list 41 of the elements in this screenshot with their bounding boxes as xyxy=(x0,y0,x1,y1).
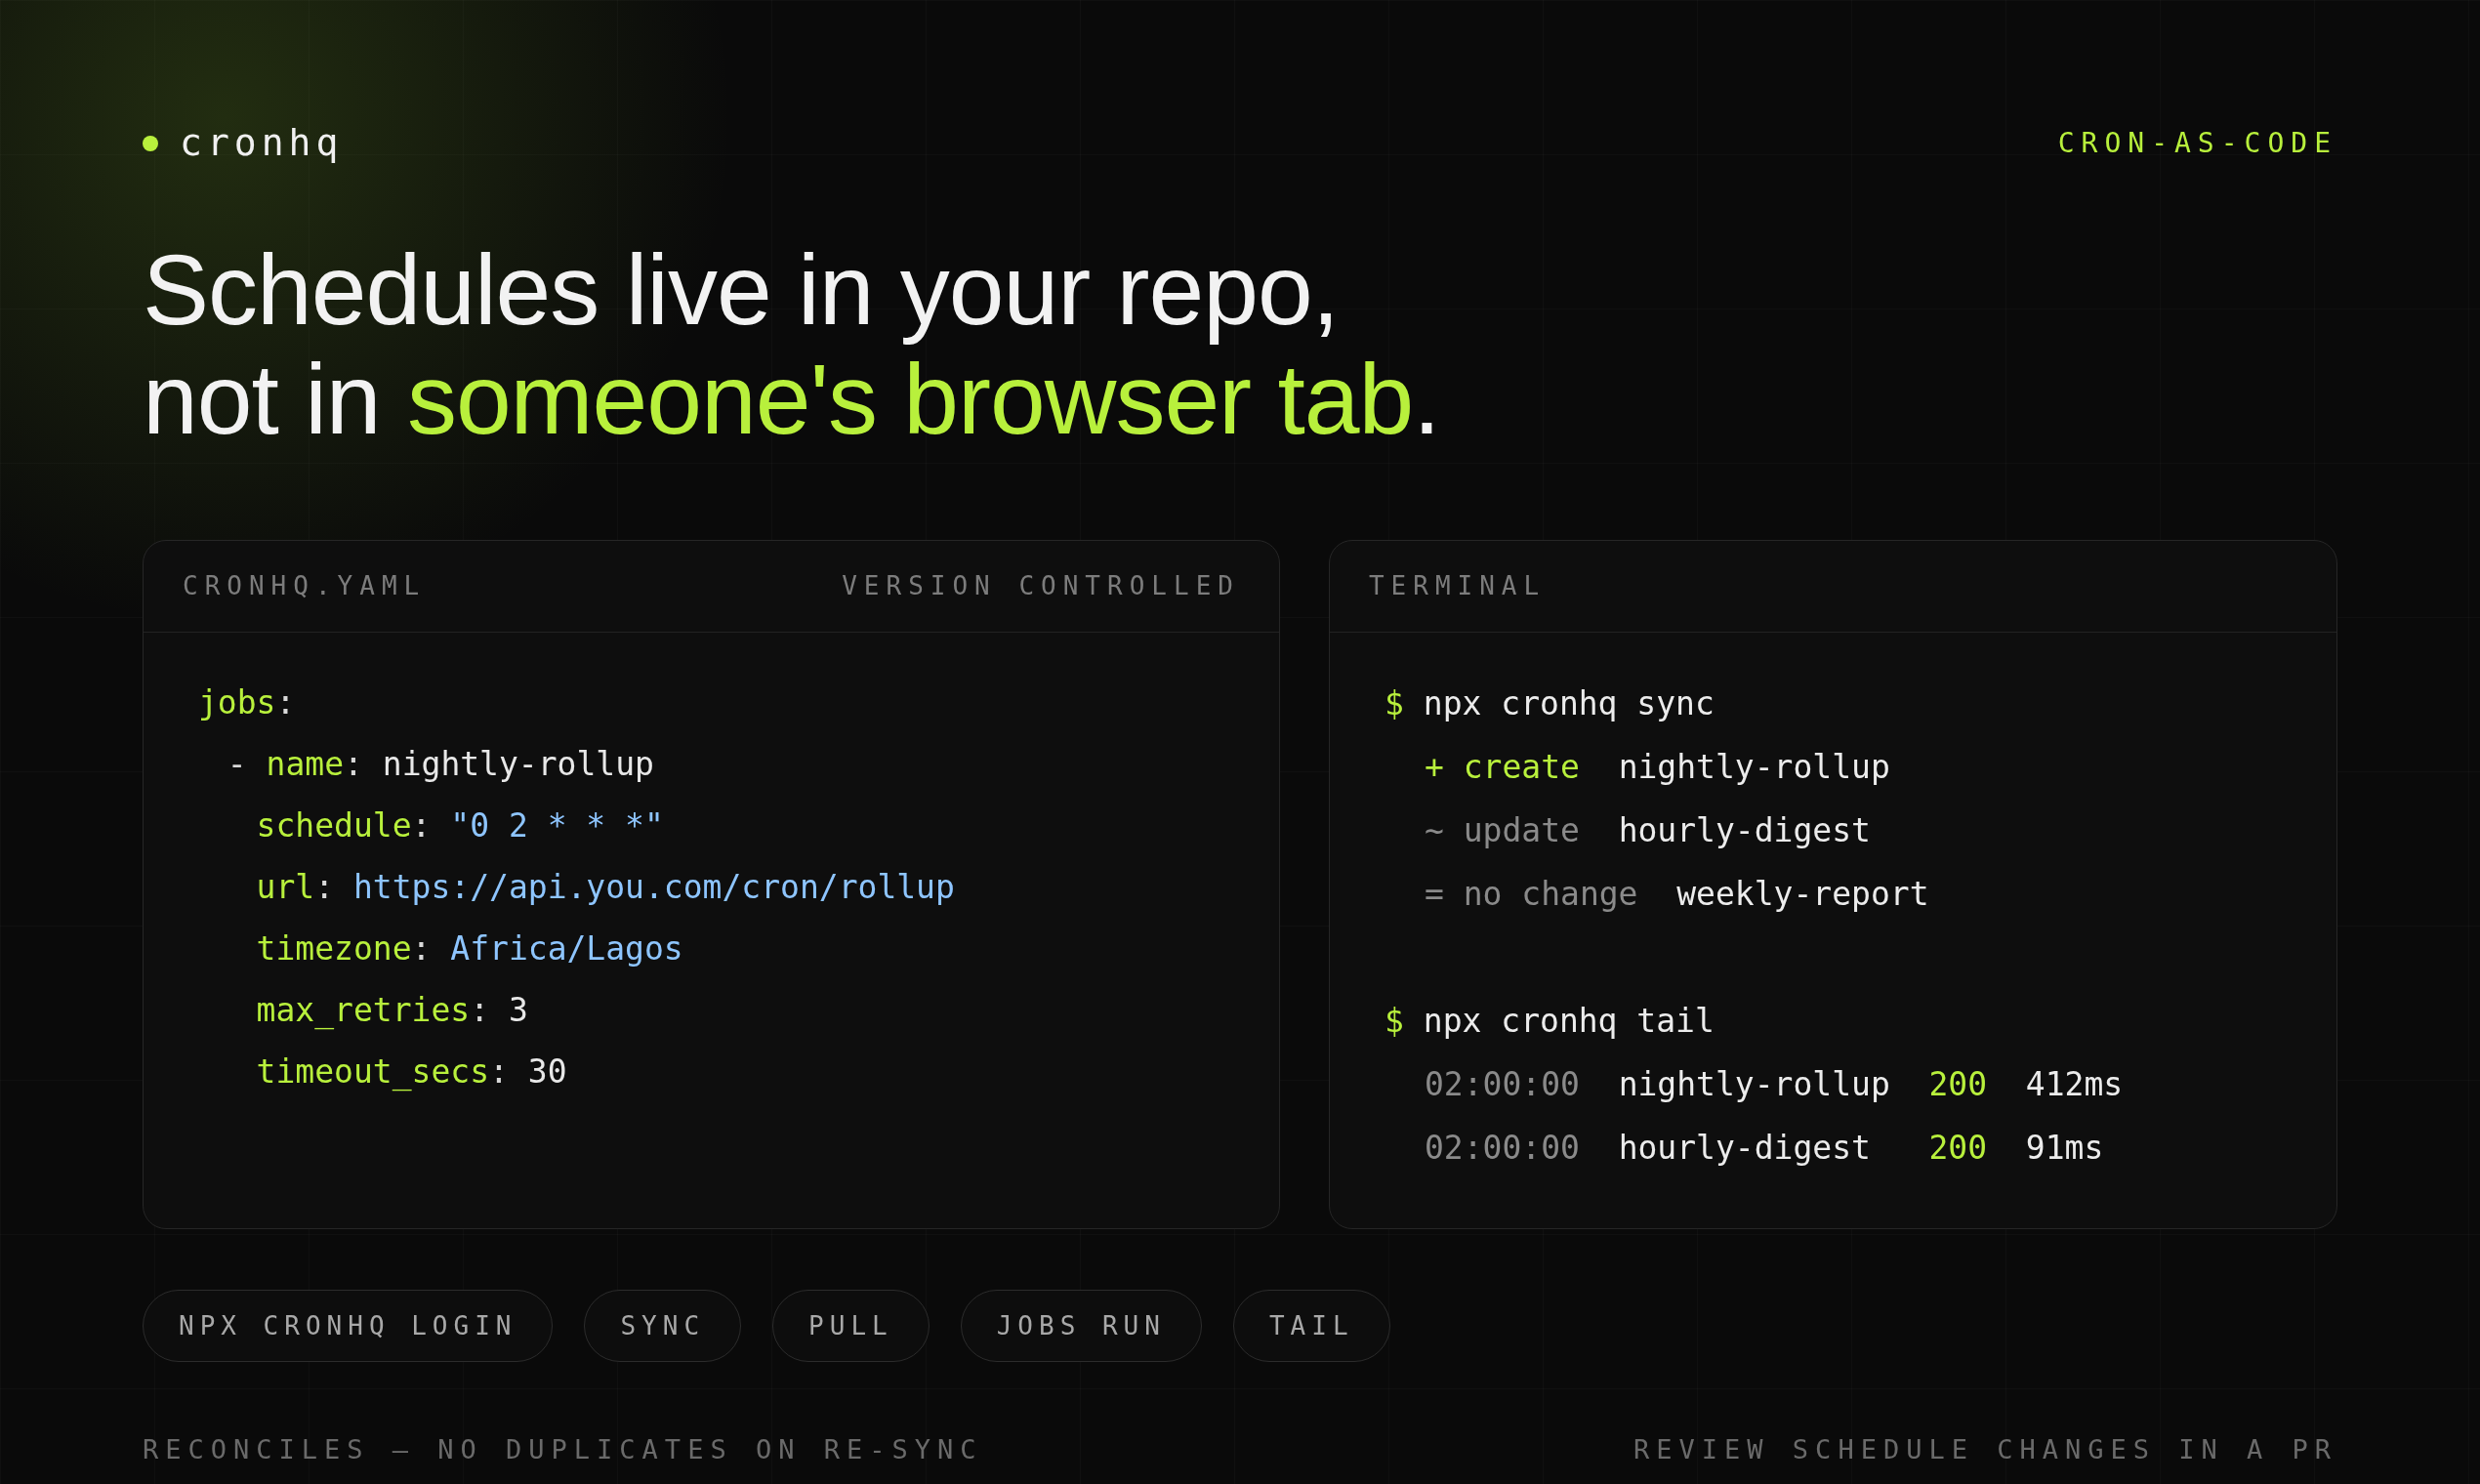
job-name: hourly-digest xyxy=(1618,810,1871,851)
change-action: no change xyxy=(1463,874,1638,915)
duration: 91ms xyxy=(2025,1128,2104,1169)
job-name: nightly-rollup xyxy=(1618,747,1890,788)
command-chip[interactable]: NPX CRONHQ LOGIN xyxy=(143,1290,554,1362)
status-code: 200 xyxy=(1928,1064,1988,1105)
change-symbol: ~ xyxy=(1424,810,1444,851)
file-name: CRONHQ.YAML xyxy=(183,570,427,602)
terminal-title: TERMINAL xyxy=(1368,570,1547,602)
code-line: timezone: Africa/Lagos xyxy=(255,928,684,969)
code-line: - name: nightly-rollup xyxy=(226,744,655,785)
duration: 412ms xyxy=(2025,1064,2124,1105)
footer-note: REVIEW SCHEDULE CHANGES IN A PR xyxy=(1633,1433,2337,1466)
prompt-symbol: $ xyxy=(1384,1001,1404,1042)
code-line: max_retries: 3 xyxy=(255,990,529,1032)
log-time: 02:00:00 xyxy=(1424,1064,1580,1105)
footer-note: RECONCILES — NO DUPLICATES ON RE-SYNC xyxy=(143,1433,983,1466)
command-text: npx cronhq sync xyxy=(1423,683,1715,724)
headline: Schedules live in your repo, not in someone's browser tab. xyxy=(143,235,1441,454)
code-line: jobs: xyxy=(198,682,297,723)
brand-name: cronhq xyxy=(180,120,344,166)
job-name: weekly-report xyxy=(1676,874,1929,915)
command-chip[interactable]: PULL xyxy=(772,1290,930,1362)
version-label: VERSION CONTROLLED xyxy=(842,570,1240,602)
brand-tagline: CRON-AS-CODE xyxy=(2057,125,2337,161)
code-line: url: https://api.you.com/cron/rollup xyxy=(255,867,956,908)
code-line: timeout_secs: 30 xyxy=(255,1051,568,1093)
job-name: nightly-rollup xyxy=(1618,1064,1891,1105)
command-chip[interactable]: SYNC xyxy=(584,1290,742,1362)
status-code: 200 xyxy=(1928,1128,1988,1169)
prompt-symbol: $ xyxy=(1384,683,1404,724)
command-chip[interactable]: JOBS RUN xyxy=(960,1290,1202,1362)
command-chip[interactable]: TAIL xyxy=(1232,1290,1390,1362)
command-text: npx cronhq tail xyxy=(1423,1001,1715,1042)
change-action: update xyxy=(1463,810,1580,851)
job-name: hourly-digest xyxy=(1618,1128,1872,1169)
change-symbol: = xyxy=(1424,874,1444,915)
code-line: schedule: "0 2 * * *" xyxy=(255,805,665,846)
change-symbol: + xyxy=(1424,747,1444,788)
log-time: 02:00:00 xyxy=(1424,1128,1580,1169)
change-action: create xyxy=(1463,747,1580,788)
